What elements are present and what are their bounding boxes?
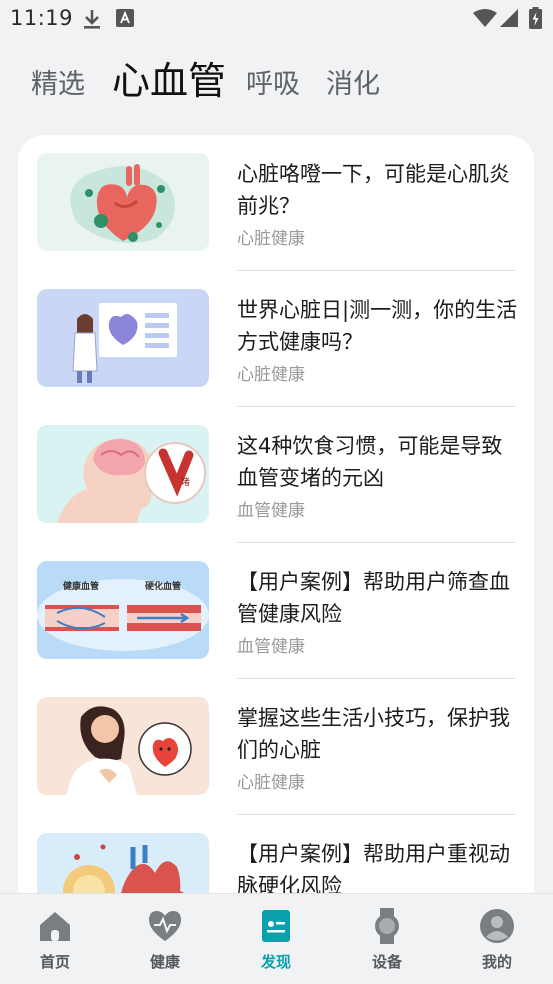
article-list-card: 心脏咯噔一下，可能是心肌炎前兆？ 心脏健康 世界心脏日|测一测，你的生活方式健康… — [18, 135, 534, 925]
article-title: 【用户案例】帮助用户筛查血管健康风险 — [237, 570, 510, 626]
doctor-heart-screen-illustration — [37, 289, 209, 387]
keyboard-a-icon — [116, 9, 134, 31]
article-item[interactable]: 世界心脏日|测一测，你的生活方式健康吗？ 心脏健康 — [18, 271, 534, 407]
brain-artery-blockage-illustration: 堵 — [37, 425, 209, 523]
nav-label: 健康 — [149, 953, 180, 971]
article-title: 心脏咯噔一下，可能是心肌炎前兆？ — [237, 162, 510, 218]
article-tag: 心脏健康 — [237, 365, 305, 385]
article-tag: 心脏健康 — [237, 229, 305, 249]
article-item[interactable]: 堵 这4种饮食习惯，可能是导致血管变堵的元凶 血管健康 — [18, 407, 534, 543]
nav-label: 发现 — [260, 953, 291, 971]
bottom-navigation: 首页 健康 发现 设备 我的 — [0, 893, 553, 984]
vessel-comparison-illustration: 健康血管 硬化血管 — [37, 561, 209, 659]
article-item[interactable]: 健康血管 硬化血管 【用户案例】帮助用户筛查血管健康风险 血管健康 — [18, 543, 534, 679]
woman-heart-illustration — [37, 697, 209, 795]
article-tag: 心脏健康 — [237, 773, 305, 793]
article-tag: 血管健康 — [237, 501, 305, 521]
nav-label: 设备 — [371, 953, 402, 971]
hardened-vessel-label: 硬化血管 — [145, 580, 181, 592]
nav-label: 首页 — [39, 953, 70, 971]
blockage-label: 堵 — [181, 476, 190, 488]
heart-virus-illustration — [37, 153, 209, 251]
article-title: 掌握这些生活小技巧，保护我们的心脏 — [237, 706, 510, 762]
download-icon — [82, 8, 102, 34]
watch-icon — [375, 908, 399, 944]
home-icon — [40, 912, 70, 941]
nav-home[interactable]: 首页 — [0, 894, 110, 984]
tab-respiratory[interactable]: 呼吸 — [246, 55, 300, 115]
battery-charging-icon — [529, 7, 542, 33]
nav-discover[interactable]: 发现 — [221, 894, 331, 984]
category-tabs: 精选 心血管 呼吸 消化 — [0, 55, 553, 115]
signal-icon — [500, 9, 518, 31]
article-tag: 血管健康 — [237, 637, 305, 657]
article-title: 世界心脏日|测一测，你的生活方式健康吗？ — [237, 298, 518, 354]
article-title: 这4种饮食习惯，可能是导致血管变堵的元凶 — [237, 434, 503, 490]
tab-cardiovascular[interactable]: 心血管 — [112, 51, 226, 111]
tab-digestive[interactable]: 消化 — [326, 55, 380, 115]
profile-icon — [480, 909, 514, 943]
nav-profile[interactable]: 我的 — [442, 894, 552, 984]
status-bar: 11:19 — [0, 0, 553, 38]
nav-label: 我的 — [481, 953, 512, 971]
wifi-icon — [473, 9, 497, 31]
article-item[interactable]: 掌握这些生活小技巧，保护我们的心脏 心脏健康 — [18, 679, 534, 815]
nav-health[interactable]: 健康 — [110, 894, 220, 984]
status-time: 11:19 — [10, 6, 74, 30]
heart-pulse-icon — [149, 911, 181, 941]
tab-featured[interactable]: 精选 — [31, 55, 85, 115]
nav-device[interactable]: 设备 — [332, 894, 442, 984]
healthy-vessel-label: 健康血管 — [63, 580, 99, 592]
article-item[interactable]: 心脏咯噔一下，可能是心肌炎前兆？ 心脏健康 — [18, 135, 534, 271]
discover-card-icon — [262, 910, 290, 942]
